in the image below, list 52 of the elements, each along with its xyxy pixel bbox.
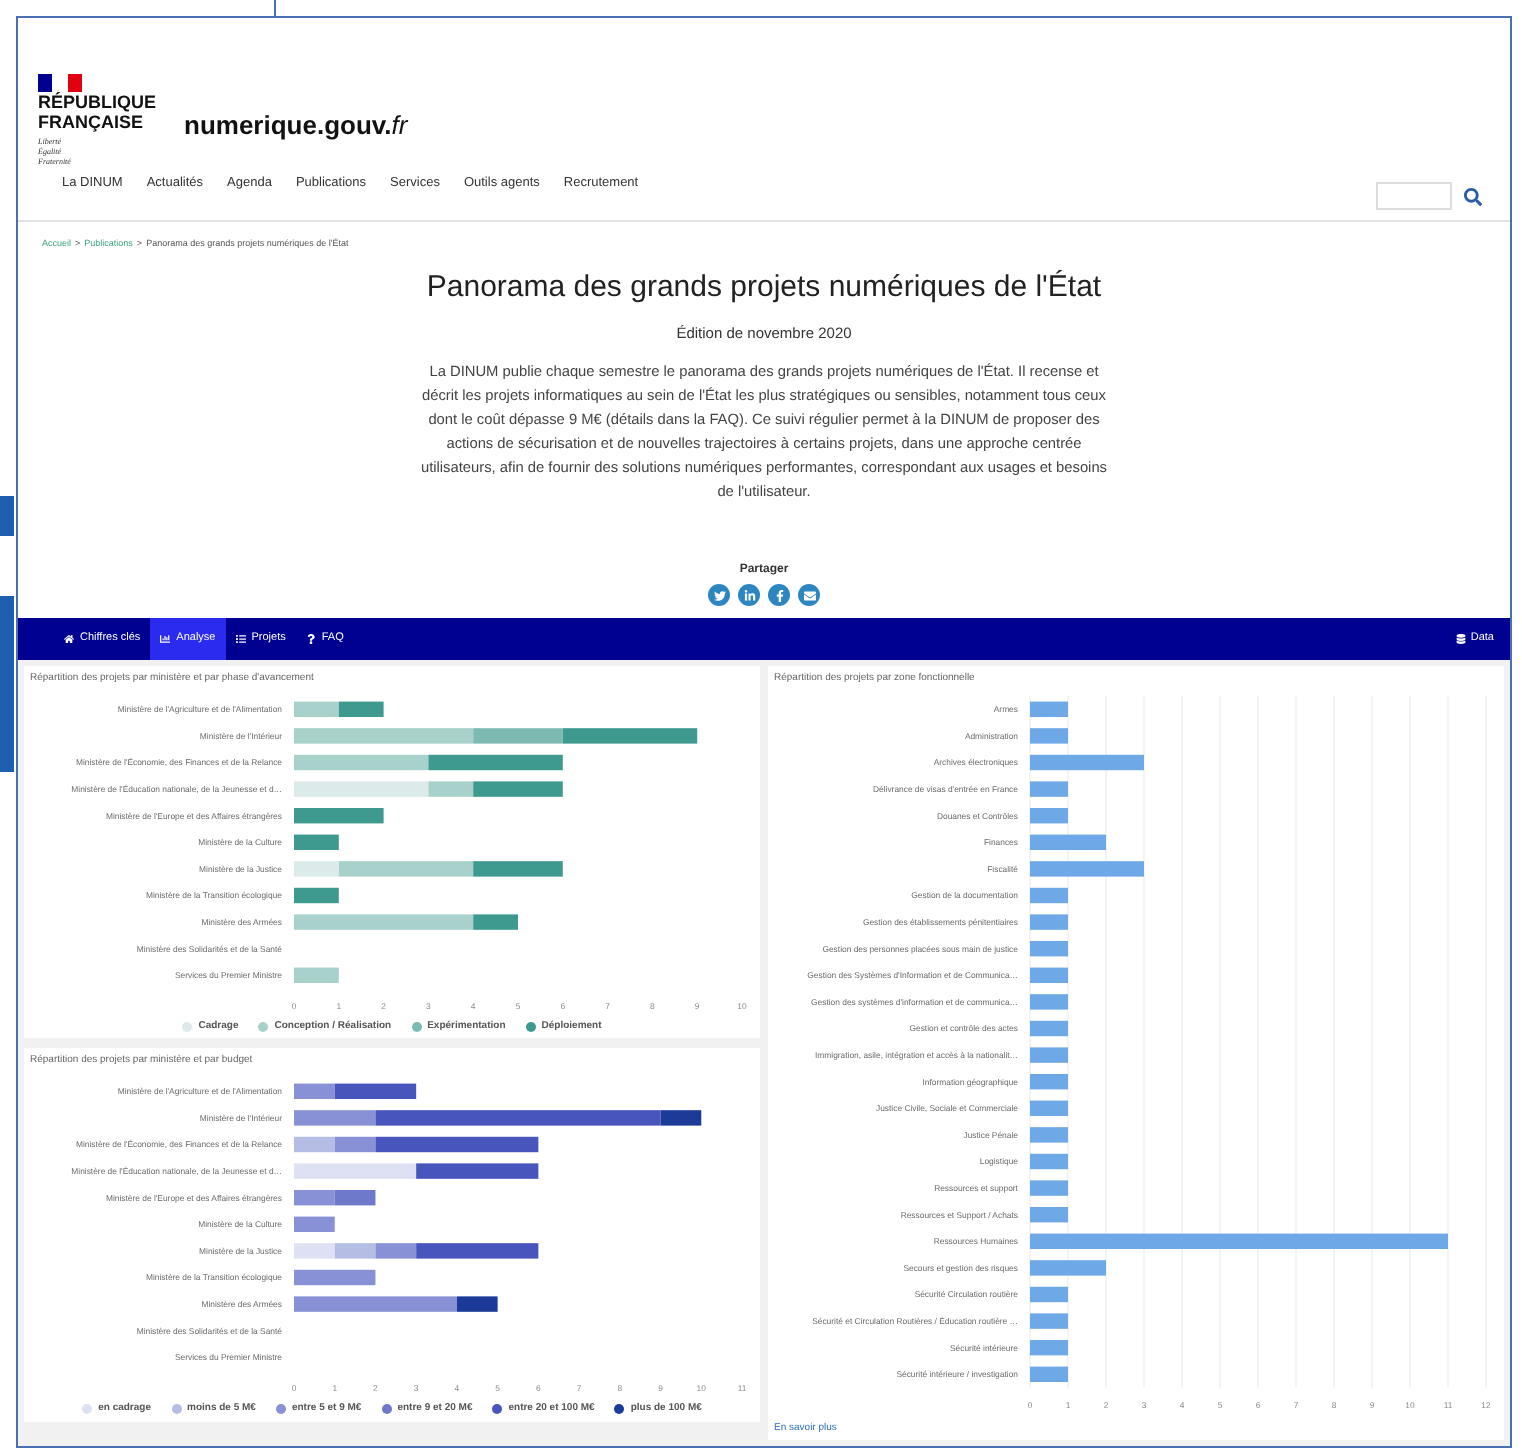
- list-icon: [235, 634, 246, 644]
- chart-bar: [1030, 860, 1144, 876]
- chart-bar: [1030, 727, 1068, 743]
- question-mark-icon: [305, 634, 316, 644]
- logo-text: RÉPUBLIQUE: [38, 94, 157, 112]
- chart-bar: [1030, 1365, 1068, 1381]
- chart-bar: [1030, 833, 1106, 849]
- chart-bar: [1030, 1312, 1068, 1328]
- logo-text: FRANÇAISE: [38, 114, 146, 132]
- chart-bar: [294, 807, 384, 823]
- chart-bar: [294, 1242, 335, 1259]
- chart-bar: [1030, 1126, 1068, 1142]
- background-window: [0, 496, 14, 536]
- chart-bar: [294, 886, 339, 903]
- chart-bar: [1030, 780, 1068, 796]
- chart-bar: [1030, 993, 1068, 1009]
- linkedin-icon[interactable]: [738, 584, 760, 606]
- chart-bar: [1030, 1152, 1068, 1169]
- chart-bar: [294, 966, 339, 982]
- chart-bar: [1030, 913, 1068, 929]
- chart-bar: [294, 753, 429, 770]
- chart-bar: [1030, 886, 1068, 903]
- chart-bar: [1030, 1046, 1068, 1062]
- page-title: Panorama des grands projets numériques de l'État: [424, 267, 1104, 308]
- chart-bar: [1030, 1099, 1068, 1115]
- chart-bar: [1030, 1339, 1068, 1355]
- flag-icon: [38, 74, 82, 92]
- chart-bar: [1030, 1259, 1106, 1275]
- chart-bar: [1030, 807, 1068, 823]
- chart-bar: [1030, 940, 1068, 956]
- chart-bar: [1030, 1179, 1068, 1195]
- chart-bar: [1030, 753, 1144, 770]
- chart-bar: [1030, 1019, 1068, 1036]
- database-icon: [1456, 634, 1467, 644]
- chart-bar: [1030, 1206, 1068, 1222]
- site-name: numerique.gouv.fr: [184, 108, 408, 144]
- chart-bar: [294, 833, 339, 849]
- bar-chart-icon: [160, 634, 171, 644]
- chart-bar: [294, 1216, 335, 1232]
- chart-bar: [1030, 1073, 1068, 1089]
- envelope-icon[interactable]: [798, 584, 820, 606]
- search-icon[interactable]: [1464, 187, 1482, 205]
- chart-bar: [1030, 1285, 1068, 1302]
- chart-bar: [334, 1242, 376, 1259]
- facebook-icon[interactable]: [768, 584, 790, 606]
- search-field[interactable]: [1376, 182, 1452, 210]
- chart-bar: [294, 1269, 376, 1285]
- chart-bar: [1030, 966, 1068, 982]
- chart-bar: [428, 753, 563, 770]
- bird-icon[interactable]: [708, 584, 730, 606]
- home-icon: [64, 634, 74, 644]
- chart-bar: [1030, 700, 1068, 716]
